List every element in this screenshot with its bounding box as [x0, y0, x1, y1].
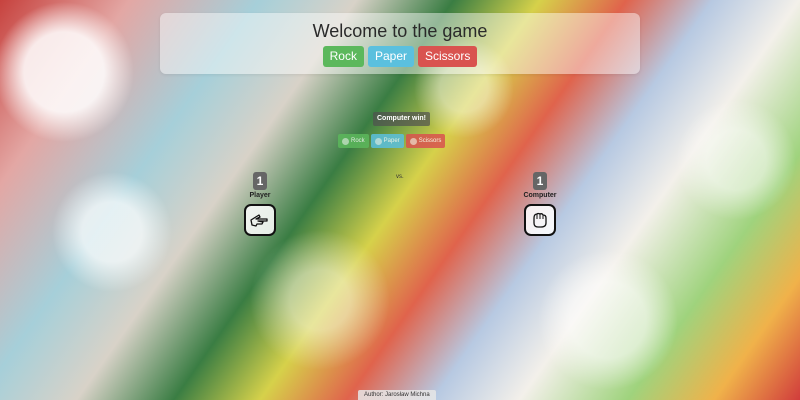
author-footer: Author: Jarosław Michna [358, 390, 436, 400]
paper-icon [374, 137, 382, 145]
mini-paper-label: Paper [383, 138, 400, 144]
mini-paper-button[interactable]: Paper [370, 134, 404, 148]
mini-rock-label: Rock [351, 138, 365, 144]
history-choices: Rock Paper Scissors [338, 134, 446, 148]
result-badge: Computer win! [373, 112, 430, 126]
page-title: Welcome to the game [312, 21, 488, 41]
player-panel: 1 Player [230, 172, 290, 236]
player-label: Player [249, 192, 271, 199]
player-score: 1 [253, 172, 267, 190]
paper-button[interactable]: Paper [367, 46, 415, 67]
computer-panel: 1 Computer [510, 172, 570, 236]
versus-label: vs. [396, 174, 404, 180]
rock-icon [342, 137, 349, 145]
computer-score: 1 [533, 172, 547, 190]
scissors-hand-icon [244, 204, 276, 236]
rock-button[interactable]: Rock [322, 46, 364, 67]
mini-scissors-label: Scissors [418, 138, 442, 144]
choice-buttons: Rock Paper Scissors [160, 46, 640, 67]
scissors-button[interactable]: Scissors [418, 46, 478, 67]
computer-label: Computer [523, 192, 557, 199]
welcome-panel: Welcome to the game Rock Paper Scissors [160, 13, 640, 74]
scissors-icon [409, 137, 417, 145]
rock-hand-icon [524, 204, 556, 236]
mini-scissors-button[interactable]: Scissors [405, 134, 446, 148]
mini-rock-button[interactable]: Rock [338, 134, 369, 148]
